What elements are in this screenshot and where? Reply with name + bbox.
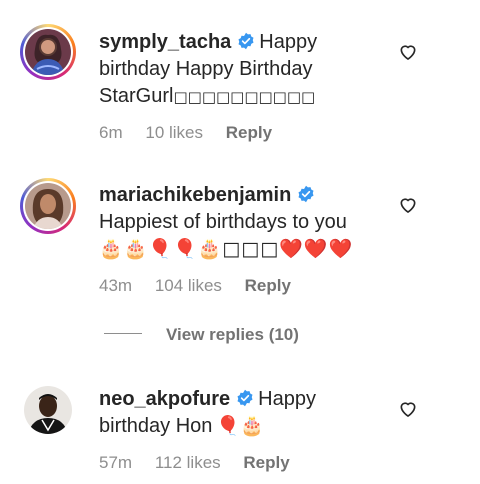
heart-outline-icon[interactable]: [398, 42, 418, 62]
view-replies-label: View replies (10): [166, 325, 299, 344]
username[interactable]: mariachikebenjamin: [99, 184, 291, 206]
story-avatar[interactable]: [20, 24, 76, 80]
avatar-image: [25, 183, 71, 229]
comment-meta: 57m 112 likes Reply: [99, 453, 308, 473]
reply-button[interactable]: Reply: [243, 453, 289, 472]
avatar-image: [25, 29, 71, 75]
comment-meta: 43m 104 likes Reply: [99, 276, 309, 296]
emoji-string: 🎈🎂: [216, 415, 264, 437]
timestamp: 6m: [99, 123, 123, 142]
timestamp: 43m: [99, 276, 133, 295]
comment-text: Happiest of birthdays to you: [99, 211, 347, 233]
avatar[interactable]: [24, 386, 72, 434]
divider-line: [104, 333, 142, 334]
reply-button[interactable]: Reply: [245, 276, 291, 295]
like-count[interactable]: 104 likes: [155, 276, 222, 295]
heart-outline-icon[interactable]: [398, 399, 418, 419]
comment-body: mariachikebenjamin Happiest of birthdays…: [99, 182, 379, 263]
avatar-image: [24, 386, 72, 434]
verified-badge-icon: [237, 389, 253, 407]
username[interactable]: symply_tacha: [99, 31, 231, 53]
timestamp: 57m: [99, 453, 133, 472]
verified-badge-icon: [238, 32, 254, 50]
like-count[interactable]: 10 likes: [145, 123, 203, 142]
emoji-string: 🎂🎂🎈🎈🎂□□□❤️❤️❤️: [99, 238, 354, 260]
emoji-string: □□□□□□□□□□: [173, 88, 316, 106]
story-avatar[interactable]: [20, 178, 76, 234]
like-count[interactable]: 112 likes: [155, 453, 221, 472]
comment-body: neo_akpofure Happy birthday Hon 🎈🎂: [99, 386, 379, 440]
comment-body: symply_tacha Happy birthday Happy Birthda…: [99, 29, 379, 111]
view-replies-button[interactable]: View replies (10): [104, 325, 299, 345]
reply-button[interactable]: Reply: [226, 123, 272, 142]
verified-badge-icon: [298, 185, 314, 203]
comment-meta: 6m 10 likes Reply: [99, 123, 290, 143]
heart-outline-icon[interactable]: [398, 195, 418, 215]
username[interactable]: neo_akpofure: [99, 388, 230, 410]
